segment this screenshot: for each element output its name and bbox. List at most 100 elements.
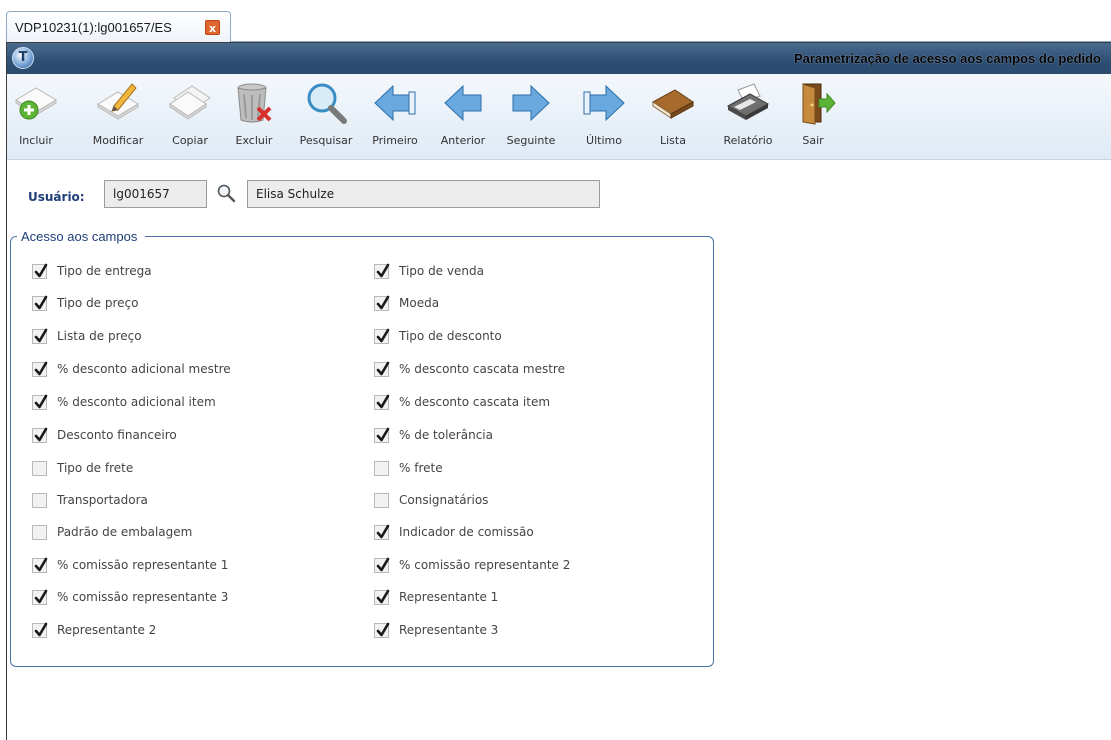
checkbox-label: % desconto adicional item	[57, 395, 216, 409]
window-title: Parametrização de acesso aos campos do p…	[793, 51, 1101, 66]
checkbox-checked[interactable]	[32, 295, 48, 311]
checkbox-row[interactable]: % frete	[374, 459, 443, 477]
checkmark-icon	[376, 328, 390, 342]
checkbox-row[interactable]: Tipo de desconto	[374, 327, 502, 345]
zoom-search-icon[interactable]	[216, 183, 236, 203]
checkbox-row[interactable]: Indicador de comissão	[374, 523, 534, 541]
checkbox-label: % desconto adicional mestre	[57, 362, 231, 376]
checkbox-unchecked[interactable]	[32, 460, 47, 476]
toolbar: Incluir Modificar Copiar Excluir Pesquis…	[7, 74, 1111, 160]
checkbox-checked[interactable]	[374, 427, 390, 443]
last-button[interactable]: Último	[577, 80, 631, 147]
checkmark-icon	[34, 394, 48, 408]
report-icon	[726, 83, 770, 120]
checkbox-checked[interactable]	[374, 394, 390, 410]
checkbox-checked[interactable]	[32, 557, 48, 573]
next-button[interactable]: Seguinte	[503, 80, 559, 147]
checkbox-row[interactable]: Padrão de embalagem	[32, 523, 192, 541]
checkmark-icon	[34, 263, 48, 277]
edit-button[interactable]: Modificar	[83, 80, 153, 147]
checkmark-icon	[376, 361, 390, 375]
checkbox-row[interactable]: Lista de preço	[32, 327, 142, 345]
checkbox-row[interactable]: Tipo de frete	[32, 459, 133, 477]
user-label: Usuário:	[28, 190, 85, 204]
checkbox-checked[interactable]	[374, 622, 390, 638]
checkbox-row[interactable]: Tipo de entrega	[32, 262, 152, 280]
checkbox-checked[interactable]	[374, 328, 390, 344]
checkmark-icon	[34, 328, 48, 342]
user-name-field: Elisa Schulze	[247, 180, 600, 208]
checkbox-checked[interactable]	[374, 557, 390, 573]
checkbox-checked[interactable]	[32, 589, 48, 605]
close-icon[interactable]: x	[205, 20, 220, 35]
checkbox-row[interactable]: % comissão representante 2	[374, 556, 570, 574]
checkbox-unchecked[interactable]	[374, 460, 389, 476]
checkbox-checked[interactable]	[32, 622, 48, 638]
checkbox-row[interactable]: % desconto adicional item	[32, 393, 216, 411]
checkbox-label: Tipo de entrega	[57, 264, 152, 278]
checkbox-row[interactable]: % desconto adicional mestre	[32, 360, 231, 378]
previous-button[interactable]: Anterior	[435, 80, 491, 147]
checkmark-icon	[34, 295, 48, 309]
checkbox-row[interactable]: Tipo de venda	[374, 262, 484, 280]
last-icon	[583, 84, 625, 122]
checkbox-label: % desconto cascata mestre	[399, 362, 565, 376]
checkbox-label: Padrão de embalagem	[57, 525, 193, 539]
checkbox-row[interactable]: Representante 3	[374, 621, 498, 639]
list-button[interactable]: Lista	[647, 80, 699, 147]
checkbox-row[interactable]: Consignatários	[374, 491, 488, 509]
search-icon	[307, 83, 347, 124]
tab-vdp10231[interactable]: VDP10231(1):lg001657/ES x	[6, 11, 231, 42]
checkbox-checked[interactable]	[374, 295, 390, 311]
search-label: Pesquisar	[299, 134, 353, 147]
checkbox-unchecked[interactable]	[374, 492, 389, 508]
next-icon	[512, 84, 550, 122]
first-button[interactable]: Primeiro	[367, 80, 423, 147]
user-code-field[interactable]: lg001657	[104, 180, 207, 208]
window-titlebar: T Parametrização de acesso aos campos do…	[7, 43, 1111, 74]
checkbox-checked[interactable]	[374, 361, 390, 377]
checkbox-label: % de tolerância	[399, 428, 493, 442]
checkbox-row[interactable]: Desconto financeiro	[32, 426, 177, 444]
checkmark-icon	[34, 427, 48, 441]
report-button[interactable]: Relatório	[717, 80, 779, 147]
checkbox-row[interactable]: Transportadora	[32, 491, 148, 509]
checkbox-unchecked[interactable]	[32, 492, 47, 508]
checkbox-label: Transportadora	[57, 493, 148, 507]
checkbox-row[interactable]: Tipo de preço	[32, 294, 139, 312]
checkbox-label: Tipo de venda	[399, 264, 484, 278]
copy-icon	[169, 85, 211, 120]
checkbox-checked[interactable]	[32, 361, 48, 377]
checkbox-label: Indicador de comissão	[399, 525, 534, 539]
checkbox-checked[interactable]	[374, 263, 390, 279]
checkmark-icon	[34, 361, 48, 375]
checkbox-checked[interactable]	[32, 427, 48, 443]
checkbox-checked[interactable]	[374, 589, 390, 605]
checkbox-row[interactable]: Representante 2	[32, 621, 156, 639]
add-button[interactable]: Incluir	[7, 80, 65, 147]
checkmark-icon	[376, 427, 390, 441]
checkbox-row[interactable]: Moeda	[374, 294, 439, 312]
checkbox-row[interactable]: % desconto cascata item	[374, 393, 550, 411]
checkbox-label: % comissão representante 3	[57, 590, 229, 604]
checkbox-checked[interactable]	[32, 394, 48, 410]
checkbox-row[interactable]: % comissão representante 1	[32, 556, 228, 574]
search-button[interactable]: Pesquisar	[295, 80, 357, 147]
checkbox-checked[interactable]	[32, 328, 48, 344]
checkbox-checked[interactable]	[32, 263, 48, 279]
group-legend: Acesso aos campos	[17, 229, 146, 244]
checkbox-checked[interactable]	[374, 524, 390, 540]
checkbox-row[interactable]: % desconto cascata mestre	[374, 360, 565, 378]
checkbox-row[interactable]: % comissão representante 3	[32, 588, 228, 606]
delete-button[interactable]: Excluir	[229, 80, 279, 147]
checkbox-row[interactable]: % de tolerância	[374, 426, 493, 444]
checkmark-icon	[376, 295, 390, 309]
previous-label: Anterior	[440, 134, 486, 147]
copy-label: Copiar	[172, 134, 208, 147]
checkbox-row[interactable]: Representante 1	[374, 588, 498, 606]
copy-button[interactable]: Copiar	[163, 80, 217, 147]
exit-button[interactable]: Sair	[791, 80, 836, 147]
checkbox-unchecked[interactable]	[32, 524, 47, 540]
checkbox-label: Consignatários	[399, 493, 489, 507]
last-label: Último	[586, 134, 622, 147]
